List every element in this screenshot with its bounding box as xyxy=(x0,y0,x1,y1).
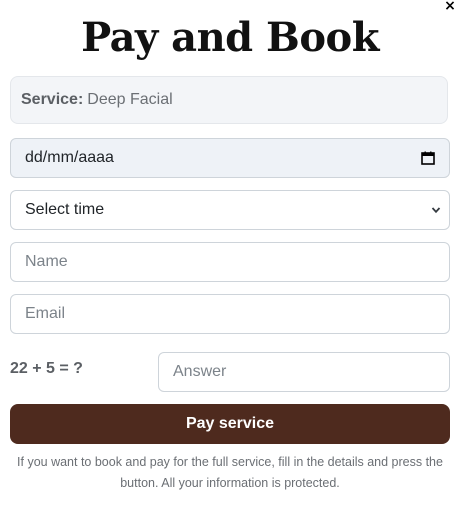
email-placeholder: Email xyxy=(25,305,66,322)
email-field[interactable]: Email xyxy=(10,294,450,334)
service-value: Deep Facial xyxy=(87,91,173,108)
pay-service-button[interactable]: Pay service xyxy=(10,404,450,444)
chevron-down-icon xyxy=(431,207,441,214)
captcha-question: 22 + 5 = ? xyxy=(10,360,83,377)
modal-title: Pay and Book xyxy=(81,14,379,61)
date-input[interactable]: dd/mm/aaaa xyxy=(10,138,450,178)
time-select[interactable]: Select time xyxy=(10,190,450,230)
info-text: If you want to book and pay for the full… xyxy=(17,455,443,490)
name-field[interactable]: Name xyxy=(10,242,450,282)
pay-and-book-modal: × Pay and Book Service: Deep Facial dd/m… xyxy=(0,0,462,515)
captcha-answer-field[interactable]: Answer xyxy=(158,352,450,392)
name-placeholder: Name xyxy=(25,253,68,270)
calendar-icon[interactable] xyxy=(421,151,435,165)
answer-placeholder: Answer xyxy=(173,363,227,380)
service-label: Service: xyxy=(21,91,84,108)
service-summary: Service: Deep Facial xyxy=(10,76,448,124)
date-placeholder: dd/mm/aaaa xyxy=(25,149,114,166)
time-select-value: Select time xyxy=(25,201,105,218)
